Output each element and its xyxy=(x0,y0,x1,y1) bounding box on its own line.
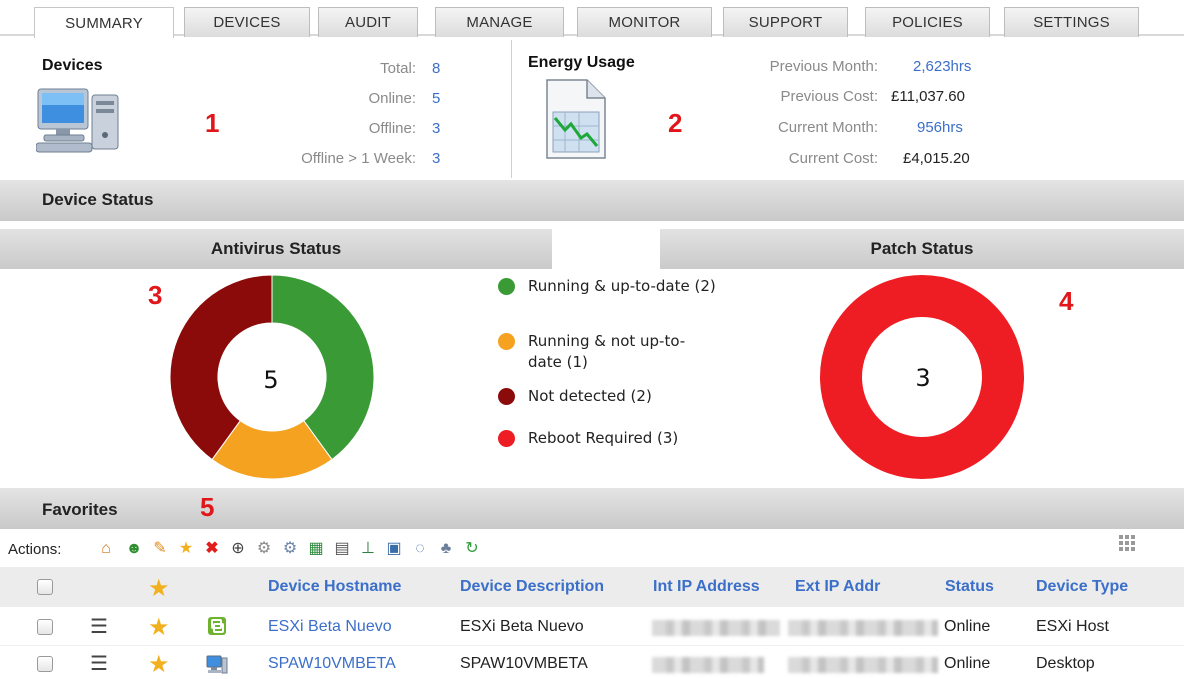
tab-support[interactable]: SUPPORT xyxy=(723,7,848,37)
network-icon[interactable]: ⊥ xyxy=(358,539,378,559)
int-ip-redacted xyxy=(652,657,764,673)
current-cost-value: £4,015.20 xyxy=(903,150,970,167)
desktop-icon xyxy=(206,655,228,674)
legend-label: Not detected (2) xyxy=(528,387,652,405)
legend-dot-darkred xyxy=(498,388,515,405)
tab-monitor[interactable]: MONITOR xyxy=(577,7,712,37)
current-month-value[interactable]: 956hrs xyxy=(917,119,963,136)
refresh-icon[interactable]: ↻ xyxy=(462,539,482,559)
patch-status-title: Patch Status xyxy=(660,229,1184,269)
offline-value[interactable]: 3 xyxy=(432,120,440,137)
patch-center-label: 3 xyxy=(915,364,930,392)
row-menu-icon[interactable]: ☰ xyxy=(90,614,108,639)
energy-report-icon xyxy=(546,79,606,159)
legend-label: Running & not up-to-date (1) xyxy=(528,332,686,371)
int-ip-redacted xyxy=(652,620,780,636)
col-int-ip-address[interactable]: Int IP Address xyxy=(653,578,760,596)
gear-icon[interactable]: ⚙ xyxy=(254,539,274,559)
remote-desktop-icon[interactable]: ▣ xyxy=(384,539,404,559)
online-value[interactable]: 5 xyxy=(432,90,440,107)
favorite-star-icon[interactable]: ★ xyxy=(176,539,196,559)
col-ext-ip-addr[interactable]: Ext IP Addr xyxy=(795,578,880,596)
ext-ip-redacted xyxy=(788,620,938,636)
actions-label: Actions: xyxy=(8,541,62,558)
add-site-icon[interactable]: ⌂ xyxy=(96,539,116,559)
favorites-title: Favorites xyxy=(42,500,118,519)
device-status-title: Device Status xyxy=(42,190,154,209)
marker-1: 1 xyxy=(205,108,220,138)
previous-cost-value: £11,037.60 xyxy=(891,88,965,105)
offline-week-value[interactable]: 3 xyxy=(432,150,440,167)
vmware-icon xyxy=(208,617,226,635)
legend-label: Running & up-to-date (2) xyxy=(528,277,716,295)
col-status[interactable]: Status xyxy=(945,578,994,596)
favorites-bar: Favorites xyxy=(0,488,1184,529)
row-menu-icon[interactable]: ☰ xyxy=(90,651,108,676)
add-users-icon[interactable]: ☻ xyxy=(124,539,144,559)
device-status-bar: Device Status xyxy=(0,180,1184,221)
legend-dot-orange xyxy=(498,333,515,350)
tab-devices[interactable]: DEVICES xyxy=(184,7,310,37)
user-lock-icon[interactable]: ♣ xyxy=(436,539,456,559)
select-all-checkbox[interactable] xyxy=(37,579,53,595)
col-device-hostname[interactable]: Device Hostname xyxy=(268,578,401,596)
favorite-star-icon[interactable]: ★ xyxy=(148,613,170,642)
tab-audit[interactable]: AUDIT xyxy=(318,7,418,37)
tab-settings[interactable]: SETTINGS xyxy=(1004,7,1139,37)
previous-cost-label: Previous Cost: xyxy=(780,88,878,105)
col-device-type[interactable]: Device Type xyxy=(1036,578,1128,596)
binoculars-icon[interactable]: ⊕ xyxy=(228,539,248,559)
current-month-label: Current Month: xyxy=(777,119,878,136)
device-description: SPAW10VMBETA xyxy=(460,655,588,672)
devices-title: Devices xyxy=(42,57,103,74)
device-description: ESXi Beta Nuevo xyxy=(460,618,584,635)
previous-month-label: Previous Month: xyxy=(769,58,878,75)
computer-icon xyxy=(36,88,119,153)
marker-4: 4 xyxy=(1059,286,1074,316)
total-value[interactable]: 8 xyxy=(432,60,440,77)
server-icon[interactable]: ▤ xyxy=(332,539,352,559)
tab-manage[interactable]: MANAGE xyxy=(435,7,564,37)
device-hostname-link[interactable]: ESXi Beta Nuevo xyxy=(268,618,392,636)
col-device-description[interactable]: Device Description xyxy=(460,578,604,596)
offline-label: Offline: xyxy=(368,120,416,137)
excel-export-icon[interactable]: ▦ xyxy=(306,539,326,559)
marker-5: 5 xyxy=(200,492,215,522)
device-hostname-link[interactable]: SPAW10VMBETA xyxy=(268,655,396,673)
edit-pencil-icon[interactable]: ✎ xyxy=(150,539,170,559)
marker-2: 2 xyxy=(668,108,683,138)
antivirus-status-title: Antivirus Status xyxy=(0,229,552,269)
total-label: Total: xyxy=(380,60,416,77)
patch-donut-chart: 3 xyxy=(820,275,1024,479)
main-tab-bar: SUMMARY DEVICES AUDIT MANAGE MONITOR SUP… xyxy=(0,0,1184,38)
previous-month-value[interactable]: 2,623hrs xyxy=(913,58,971,75)
device-status: Online xyxy=(944,655,991,672)
row-checkbox[interactable] xyxy=(37,656,53,672)
favorite-column-star-icon: ★ xyxy=(148,575,170,602)
current-cost-label: Current Cost: xyxy=(788,150,878,167)
legend-dot-green xyxy=(498,278,515,295)
device-type: ESXi Host xyxy=(1036,618,1109,635)
legend-dot-red xyxy=(498,430,515,447)
antivirus-donut-chart: 5 xyxy=(169,274,375,480)
marker-3: 3 xyxy=(148,280,163,310)
row-checkbox[interactable] xyxy=(37,619,53,635)
tab-policies[interactable]: POLICIES xyxy=(865,7,990,37)
offline-week-label: Offline > 1 Week: xyxy=(301,150,416,167)
chat-icon[interactable]: ◌ xyxy=(410,539,430,559)
ext-ip-redacted xyxy=(788,657,938,673)
legend-label: Reboot Required (3) xyxy=(528,429,679,447)
favorite-star-icon[interactable]: ★ xyxy=(148,650,170,679)
antivirus-center-label: 5 xyxy=(263,366,278,394)
tab-summary[interactable]: SUMMARY xyxy=(34,7,174,38)
summary-divider xyxy=(511,40,512,178)
device-status: Online xyxy=(944,618,991,635)
online-label: Online: xyxy=(368,90,416,107)
delete-x-icon[interactable]: ✖ xyxy=(202,539,222,559)
device-type: Desktop xyxy=(1036,655,1095,672)
row-divider xyxy=(0,645,1184,646)
column-chooser-icon[interactable] xyxy=(1117,533,1137,553)
gears-icon[interactable]: ⚙ xyxy=(280,539,300,559)
energy-title: Energy Usage xyxy=(528,54,635,71)
